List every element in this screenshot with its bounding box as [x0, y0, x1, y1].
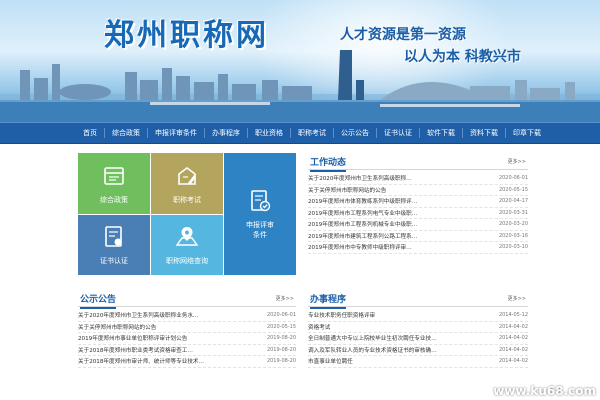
procedure-section: 办事程序 更多>> 专业技术职务任职资格评审 2014-05-12 资格考试 201…: [308, 291, 528, 368]
work-news-more-link[interactable]: 更多>>: [508, 158, 526, 165]
tile-conditions-label-1: 申报评审: [246, 221, 274, 229]
slogan-line-2: 以人为本 科教兴市: [404, 49, 521, 65]
folder-icon: [104, 166, 124, 185]
map-pin-icon: [175, 227, 199, 246]
notice-title: 公示公告: [80, 292, 117, 309]
tile-policy[interactable]: 综合政策: [78, 153, 150, 214]
list-item[interactable]: 2019年度郑州市事业单位职称评审计划公告 2019-08-20: [78, 333, 296, 345]
slogan-line-1: 人才资源是第一资源: [340, 27, 466, 43]
list-item[interactable]: 调入及军队转业人员的专业技术资格证书的审核确… 2014-04-02: [308, 345, 528, 356]
tile-conditions[interactable]: 申报评审 条件: [224, 153, 296, 275]
tile-query[interactable]: 职称网络查询: [151, 215, 223, 275]
list-item[interactable]: 市直事业单位聘任 2014-04-02: [308, 356, 528, 368]
certificate-icon: [105, 226, 122, 247]
list-item[interactable]: 资格考试 2014-04-02: [308, 322, 528, 333]
list-item[interactable]: 2019年度郑州市建筑工程系列公路工程系… 2020-03-16: [308, 231, 528, 242]
nav-item-exam[interactable]: 职称考试: [291, 128, 334, 138]
tile-query-label: 职称网络查询: [166, 257, 208, 265]
tile-certificate-label: 证书认证: [100, 257, 128, 265]
nav-item-seal[interactable]: 印章下载: [506, 128, 548, 138]
list-item[interactable]: 关于关停郑州市职称网站的公告 2020-05-15: [308, 185, 528, 196]
tile-policy-label: 综合政策: [100, 195, 128, 204]
list-item[interactable]: 关于2020年度郑州市卫生系列高级职称业务水… 2020-06-01: [78, 310, 296, 322]
work-news-list: 关于2020年度郑州市卫生系列高级职称… 2020-06-01 关于关停郑州市职称…: [308, 173, 528, 254]
list-item[interactable]: 关于关停郑州市职称网站的公告 2020-05-15: [78, 322, 296, 333]
list-item[interactable]: 2019年度郑州市工程系列机械专业中级职… 2020-03-20: [308, 219, 528, 231]
main-nav: 首页 综合政策 申报评审条件 办事程序 职业资格 职称考试 公示公告 证书认证 …: [0, 122, 600, 144]
nav-item-notice[interactable]: 公示公告: [334, 128, 377, 138]
nav-item-procedure[interactable]: 办事程序: [205, 128, 248, 138]
list-item[interactable]: 全日制普通大中专以上院校毕业生初次聘任专业技… 2014-04-02: [308, 333, 528, 345]
nav-item-software[interactable]: 软件下载: [420, 128, 463, 138]
nav-item-home[interactable]: 首页: [76, 128, 105, 138]
list-item[interactable]: 专业技术职务任职资格评审 2014-05-12: [308, 310, 528, 322]
watermark: www.ku68.com: [493, 384, 596, 398]
notice-list: 关于2020年度郑州市卫生系列高级职称业务水… 2020-06-01 关于关停郑州…: [78, 310, 296, 368]
exam-icon: [178, 166, 196, 185]
notice-header: 公示公告 更多>>: [78, 291, 296, 309]
work-news-section: 工作动态 更多>> 关于2020年度郑州市卫生系列高级职称… 2020-06-01…: [308, 154, 528, 254]
tile-conditions-label-2: 条件: [253, 231, 267, 239]
procedure-title: 办事程序: [310, 292, 347, 309]
procedure-list: 专业技术职务任职资格评审 2014-05-12 资格考试 2014-04-02 全日…: [308, 310, 528, 368]
tile-exam-label: 职称考试: [173, 195, 201, 204]
procedure-header: 办事程序 更多>>: [308, 291, 528, 309]
work-news-header: 工作动态 更多>>: [308, 154, 528, 172]
tile-certificate[interactable]: 证书认证: [78, 215, 150, 275]
site-title: 郑州职称网: [104, 18, 269, 53]
nav-item-qualification[interactable]: 职业资格: [248, 128, 291, 138]
tile-exam[interactable]: 职称考试: [151, 153, 223, 214]
list-item[interactable]: 关于2020年度郑州市卫生系列高级职称… 2020-06-01: [308, 173, 528, 185]
list-item[interactable]: 2019年度郑州市中专教师中级职称评审… 2020-03-10: [308, 242, 528, 254]
quick-tiles: 综合政策 职称考试 申报评审 条件 证书认证 职称网络查询: [78, 153, 296, 275]
procedure-more-link[interactable]: 更多>>: [508, 295, 526, 302]
nav-item-conditions[interactable]: 申报评审条件: [148, 128, 205, 138]
work-news-title: 工作动态: [310, 155, 347, 172]
nav-item-materials[interactable]: 资料下载: [463, 128, 506, 138]
list-item[interactable]: 关于2018年度郑州市职业类考试资格审查工… 2019-08-20: [78, 345, 296, 356]
nav-item-policy[interactable]: 综合政策: [105, 128, 148, 138]
notice-more-link[interactable]: 更多>>: [276, 295, 294, 302]
nav-item-certificate[interactable]: 证书认证: [377, 128, 420, 138]
list-item[interactable]: 2019年度郑州市体育教练系列中级职称评… 2020-04-17: [308, 196, 528, 208]
notice-section: 公示公告 更多>> 关于2020年度郑州市卫生系列高级职称业务水… 2020-06…: [78, 291, 296, 368]
list-item[interactable]: 关于2018年度郑州市审计师、统计师等专业技术… 2019-08-20: [78, 356, 296, 368]
document-check-icon: [251, 190, 271, 212]
list-item[interactable]: 2019年度郑州市工程系列电气专业中级职… 2020-03-31: [308, 208, 528, 219]
header-banner: 郑州职称网 人才资源是第一资源 以人为本 科教兴市: [0, 0, 600, 122]
